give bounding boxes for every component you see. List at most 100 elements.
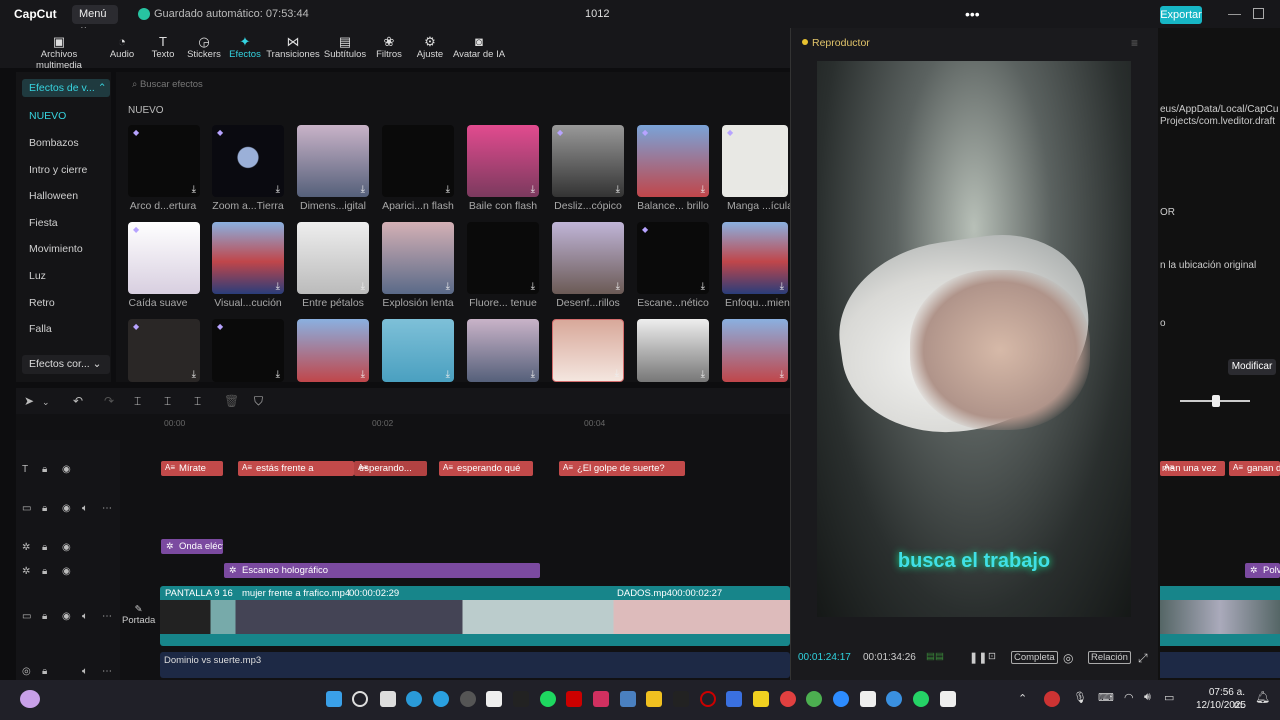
waveform-icon[interactable]: ▤▤ [926,651,944,662]
text-clip[interactable]: esperando qué [439,461,533,476]
app-icon[interactable] [673,691,689,707]
download-icon[interactable]: ⤓ [780,184,784,195]
effects-body-dropdown[interactable]: Efectos cor... ⌄ [22,355,110,374]
lock-icon[interactable]: 🔒︎ [42,542,47,553]
split-icon[interactable]: ⌶ [134,394,141,409]
effect-card[interactable]: ⤓ [212,222,284,294]
app-icon[interactable] [886,691,902,707]
download-icon[interactable]: ⤓ [192,184,196,195]
text-clip[interactable]: estás frente a [238,461,354,476]
weather-icon[interactable] [20,690,40,708]
menu-button[interactable]: Menú ⌄ [72,5,118,33]
chrome-icon[interactable] [806,691,822,707]
download-icon[interactable]: ⤓ [276,184,280,195]
shield-icon[interactable]: ⛉ [254,394,263,409]
effects-category-dropdown[interactable]: Efectos de v... ⌃ [22,79,110,97]
screenshot-icon[interactable]: ◎ [1063,651,1073,665]
undo-icon[interactable]: ↶ [73,394,83,408]
wifi-icon[interactable]: ◠ [1124,691,1134,704]
download-icon[interactable]: ⤓ [780,281,784,292]
split-left-icon[interactable]: ⌶ [164,394,171,409]
audio-clip[interactable] [1160,652,1280,678]
more-icon[interactable]: ⋯ [102,666,112,677]
text-clip[interactable]: man una vez [1160,461,1225,476]
effect-card[interactable]: ⤓ [637,319,709,382]
folder-icon[interactable] [646,691,662,707]
sidebar-item-falla[interactable]: Falla [29,323,52,335]
clock-date[interactable]: 12/10/2025 [1186,700,1246,711]
sidebar-item-movimiento[interactable]: Movimiento [29,243,83,255]
tool-stickers[interactable]: ◶ Stickers [184,35,224,60]
effect-card[interactable]: ◆ ⤓ [128,125,200,197]
download-icon[interactable]: ⤓ [531,281,535,292]
download-icon[interactable]: ⤓ [615,368,619,379]
minimize-icon[interactable]: — [1228,6,1241,21]
keyboard-icon[interactable]: ⌨ [1098,691,1114,704]
windows-start-icon[interactable] [326,691,342,707]
effect-card[interactable]: ◆ ⤓ [212,125,284,197]
tool-audio[interactable]: ◔ Audio [104,35,140,60]
zoom-slider-handle[interactable] [1212,395,1220,407]
download-icon[interactable]: ⤓ [701,369,705,380]
download-icon[interactable]: ⤓ [192,369,196,380]
capcut-icon[interactable] [513,691,529,707]
sidebar-item-bombazos[interactable]: Bombazos [29,137,79,149]
download-icon[interactable]: ⤓ [361,281,365,292]
effect-card[interactable]: ⤓ [297,319,369,382]
download-icon[interactable]: ⤓ [616,184,620,195]
app-icon[interactable] [726,691,742,707]
download-icon[interactable]: ⤓ [446,369,450,380]
effect-card[interactable]: ⤓ [297,222,369,294]
fullscreen-icon[interactable]: ⤢ [1138,651,1148,666]
effect-card[interactable]: ⤓ [552,222,624,294]
text-clip[interactable]: Mírate [161,461,223,476]
chevron-up-icon[interactable]: ⌃ [1018,692,1027,705]
effect-card[interactable]: ◆ ⤓ [128,319,200,382]
app-icon[interactable] [566,691,582,707]
effect-clip[interactable]: Polv [1245,563,1280,578]
sidebar-item-intro[interactable]: Intro y cierre [29,164,87,176]
download-icon[interactable]: ⤓ [361,369,365,380]
tool-text[interactable]: T Texto [146,35,180,60]
export-button[interactable]: Exportar [1160,6,1202,24]
chatgpt-icon[interactable] [460,691,476,707]
tool-media[interactable]: ▣ Archivos multimedia [18,35,100,71]
pause-icon[interactable]: ❚❚ [969,651,987,664]
download-icon[interactable]: ⤓ [531,369,535,380]
sidebar-item-nuevo[interactable]: NUEVO [29,110,66,122]
text-clip[interactable]: ganan de [1229,461,1280,476]
effect-clip[interactable]: Onda eléctr [161,539,223,554]
hamburger-icon[interactable]: ≡ [1131,36,1138,50]
chevron-down-icon[interactable]: ⌄ [42,397,50,408]
download-icon[interactable]: ⤓ [701,184,705,195]
eye-icon[interactable]: ◉ [62,542,71,553]
sidebar-item-luz[interactable]: Luz [29,270,46,282]
app-icon[interactable] [860,691,876,707]
select-cursor-icon[interactable]: ➤ [24,394,34,408]
app-icon[interactable] [700,691,716,707]
download-icon[interactable]: ⤓ [276,281,280,292]
split-right-icon[interactable]: ⌶ [194,394,201,409]
effect-card[interactable]: ◆ ⤓ [637,222,709,294]
whatsapp-icon[interactable] [913,691,929,707]
more-icon[interactable]: ⋯ [102,503,112,514]
crop-icon[interactable]: ⊡ [988,651,996,662]
project-name[interactable]: 1012 [585,8,609,20]
tool-ai-avatar[interactable]: ◙ Avatar de IA [452,35,506,60]
speaker-icon[interactable]: 🔈︎ [82,503,88,514]
download-icon[interactable]: ⤓ [276,369,280,380]
more-icon[interactable]: ••• [965,6,980,22]
eye-icon[interactable]: ◉ [62,566,71,577]
effect-card[interactable]: ⤓ [467,222,539,294]
battery-icon[interactable]: ▭ [1164,691,1174,704]
notification-icon[interactable]: 🔔︎ [1255,690,1270,704]
effect-card[interactable]: ⤓ [467,125,539,197]
redo-icon[interactable]: ↷ [104,394,114,408]
lock-icon[interactable]: 🔒︎ [42,566,47,577]
app-icon[interactable] [1044,691,1060,707]
text-clip[interactable]: esperando... [354,461,427,476]
sidebar-item-halloween[interactable]: Halloween [29,190,78,202]
volume-icon[interactable]: 🔊︎ [1144,691,1151,704]
download-icon[interactable]: ⤓ [616,281,620,292]
effect-card[interactable]: ◆ ⤓ [722,125,788,197]
